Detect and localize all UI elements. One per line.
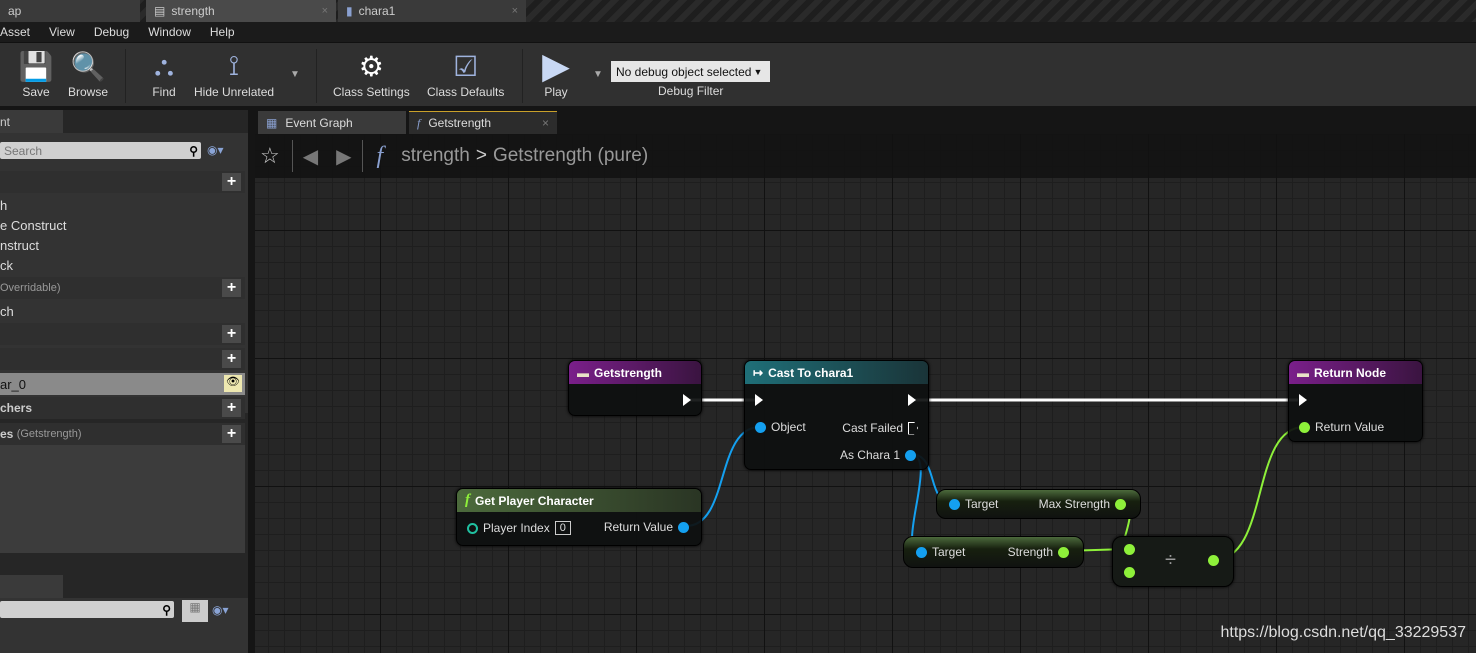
target-pin[interactable]: Target [949,497,998,511]
player-index-pin[interactable]: Player Index 0 [467,521,571,535]
wires [685,398,1305,573]
divide-icon: ÷ [1165,549,1176,571]
pin-label: Return Value [1315,420,1385,434]
node-title: Getstrength [594,365,663,380]
output-pin[interactable] [1208,555,1219,566]
pin-label: Object [771,420,806,434]
object-pin[interactable]: Object [755,420,806,434]
cast-failed-pin[interactable]: Cast Failed [842,421,918,435]
pin-label: Cast Failed [842,421,903,435]
return-node[interactable]: ▬ Return Node Return Value [1288,360,1423,442]
return-value-pin[interactable]: Return Value [604,520,689,534]
pin-label: Target [965,497,999,511]
get-strength-node[interactable]: Target Strength [903,536,1084,568]
input-b-pin[interactable] [1124,567,1135,578]
divide-node[interactable]: ÷ [1112,536,1234,587]
pin-label: Strength [1007,545,1053,559]
pin-label: Target [932,545,966,559]
max-strength-pin[interactable]: Max Strength [1039,497,1126,511]
function-entry-icon: ▬ [577,365,589,380]
get-max-strength-node[interactable]: Target Max Strength [936,489,1141,519]
pin-label: Max Strength [1038,497,1110,511]
as-chara1-pin[interactable]: As Chara 1 [840,448,916,462]
get-player-character-node[interactable]: f Get Player Character Player Index 0 Retu… [456,488,702,546]
node-title: Get Player Character [475,493,594,508]
pin-label: As Chara 1 [839,448,900,462]
node-title: Return Node [1314,365,1386,380]
return-value-pin[interactable]: Return Value [1299,420,1384,434]
watermark: https://blog.csdn.net/qq_33229537 [1220,624,1466,641]
cast-icon: ↦ [753,365,764,380]
exec-in-pin[interactable] [755,394,763,406]
pin-label: Player Index [483,521,550,535]
exec-in-pin[interactable] [1299,394,1307,406]
return-node-icon: ▬ [1297,365,1309,380]
pin-label: Return Value [603,520,673,534]
input-a-pin[interactable] [1124,544,1135,555]
function-entry-node[interactable]: ▬ Getstrength [568,360,702,416]
function-icon: f [465,492,470,508]
node-title: Cast To chara1 [768,365,854,380]
target-pin[interactable]: Target [916,545,965,559]
strength-pin[interactable]: Strength [1008,545,1069,559]
cast-to-chara1-node[interactable]: ↦ Cast To chara1 Object Cast Failed As Ch… [744,360,929,470]
player-index-input[interactable]: 0 [554,521,571,535]
exec-out-pin[interactable] [908,394,916,406]
exec-out-pin[interactable] [683,394,691,406]
